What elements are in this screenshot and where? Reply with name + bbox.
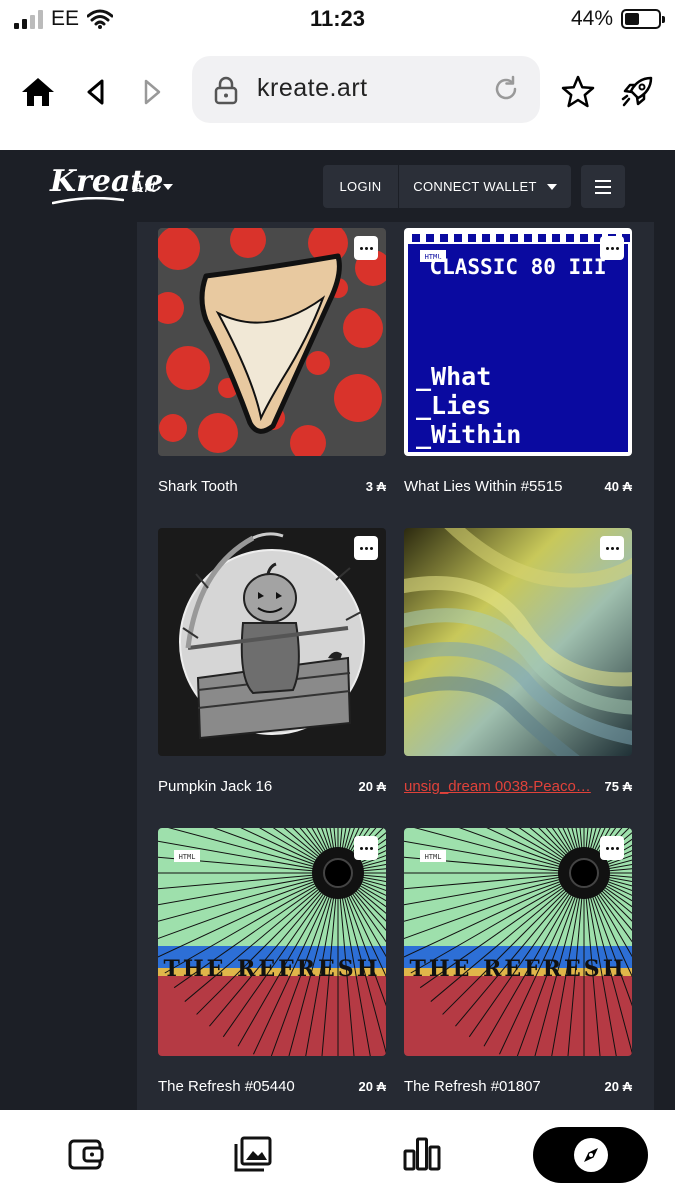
nft-price: 20 ₳ — [358, 1079, 386, 1094]
nft-image[interactable]: HTML THE REFRESH — [404, 828, 632, 1056]
reload-icon[interactable] — [492, 75, 520, 103]
explore-tab[interactable] — [533, 1127, 648, 1183]
more-options-icon[interactable] — [600, 536, 624, 560]
gallery-icon[interactable] — [233, 1134, 273, 1174]
art-line: _What — [416, 362, 491, 391]
rocket-icon[interactable] — [617, 72, 657, 112]
battery-percent: 44% — [570, 7, 613, 30]
more-options-icon[interactable] — [354, 536, 378, 560]
forward-icon[interactable] — [132, 72, 172, 112]
more-options-icon[interactable] — [354, 836, 378, 860]
nft-name-link[interactable]: unsig_dream 0038-Peaco… — [404, 778, 594, 795]
nft-name[interactable]: The Refresh #05440 — [158, 1078, 348, 1095]
home-icon[interactable] — [18, 72, 58, 112]
star-icon[interactable] — [558, 72, 598, 112]
nft-image[interactable] — [158, 228, 386, 456]
nft-price: 40 ₳ — [604, 479, 632, 494]
address-bar[interactable]: kreate.art — [192, 56, 540, 123]
more-options-icon[interactable] — [600, 236, 624, 260]
browser-toolbar: kreate.art — [0, 40, 675, 150]
more-options-icon[interactable] — [354, 236, 378, 260]
nft-image[interactable] — [158, 528, 386, 756]
logo-swoosh — [52, 197, 124, 205]
nft-price: 20 ₳ — [358, 779, 386, 794]
nft-image[interactable] — [404, 528, 632, 756]
lock-icon — [214, 76, 238, 105]
url-text: kreate.art — [257, 74, 368, 102]
bottom-tab-bar — [0, 1110, 675, 1200]
login-button[interactable]: LOGIN — [323, 165, 399, 208]
category-selector[interactable]: Art — [133, 178, 174, 196]
battery-icon — [621, 9, 665, 29]
status-bar: EE 11:23 44% — [0, 0, 675, 40]
nft-name[interactable]: The Refresh #01807 — [404, 1078, 594, 1095]
connect-wallet-button[interactable]: CONNECT WALLET — [399, 165, 571, 208]
nft-image[interactable]: HTML CLASSIC 80 III _What _Lies _Within — [404, 228, 632, 456]
chevron-down-icon — [546, 183, 557, 190]
art-title: CLASSIC 80 III — [429, 255, 606, 279]
art-title: THE REFRESH — [410, 956, 627, 982]
compass-icon — [573, 1138, 608, 1172]
chevron-down-icon — [163, 184, 174, 190]
nft-name[interactable]: Pumpkin Jack 16 — [158, 778, 348, 795]
auth-buttons: LOGIN CONNECT WALLET — [323, 165, 571, 208]
nft-name[interactable]: What Lies Within #5515 — [404, 478, 594, 495]
nft-price: 75 ₳ — [604, 779, 632, 794]
nft-price: 3 ₳ — [365, 479, 386, 494]
art-line: _Lies — [416, 391, 491, 420]
connect-wallet-label: CONNECT WALLET — [413, 179, 537, 194]
html-badge: HTML — [179, 853, 196, 861]
chart-icon[interactable] — [402, 1134, 442, 1174]
art-line: _Within — [416, 420, 521, 449]
art-title: THE REFRESH — [164, 956, 381, 982]
nft-grid: Shark Tooth 3 ₳ HTML CLASSIC 80 III _Wha… — [137, 222, 654, 1110]
nft-name[interactable]: Shark Tooth — [158, 478, 348, 495]
menu-button[interactable] — [581, 165, 625, 208]
nft-image[interactable]: HTML THE REFRESH — [158, 828, 386, 1056]
html-badge: HTML — [425, 853, 442, 861]
nft-price: 20 ₳ — [604, 1079, 632, 1094]
category-label: Art — [133, 178, 158, 196]
back-icon[interactable] — [76, 72, 116, 112]
more-options-icon[interactable] — [600, 836, 624, 860]
wallet-icon[interactable] — [66, 1134, 106, 1174]
